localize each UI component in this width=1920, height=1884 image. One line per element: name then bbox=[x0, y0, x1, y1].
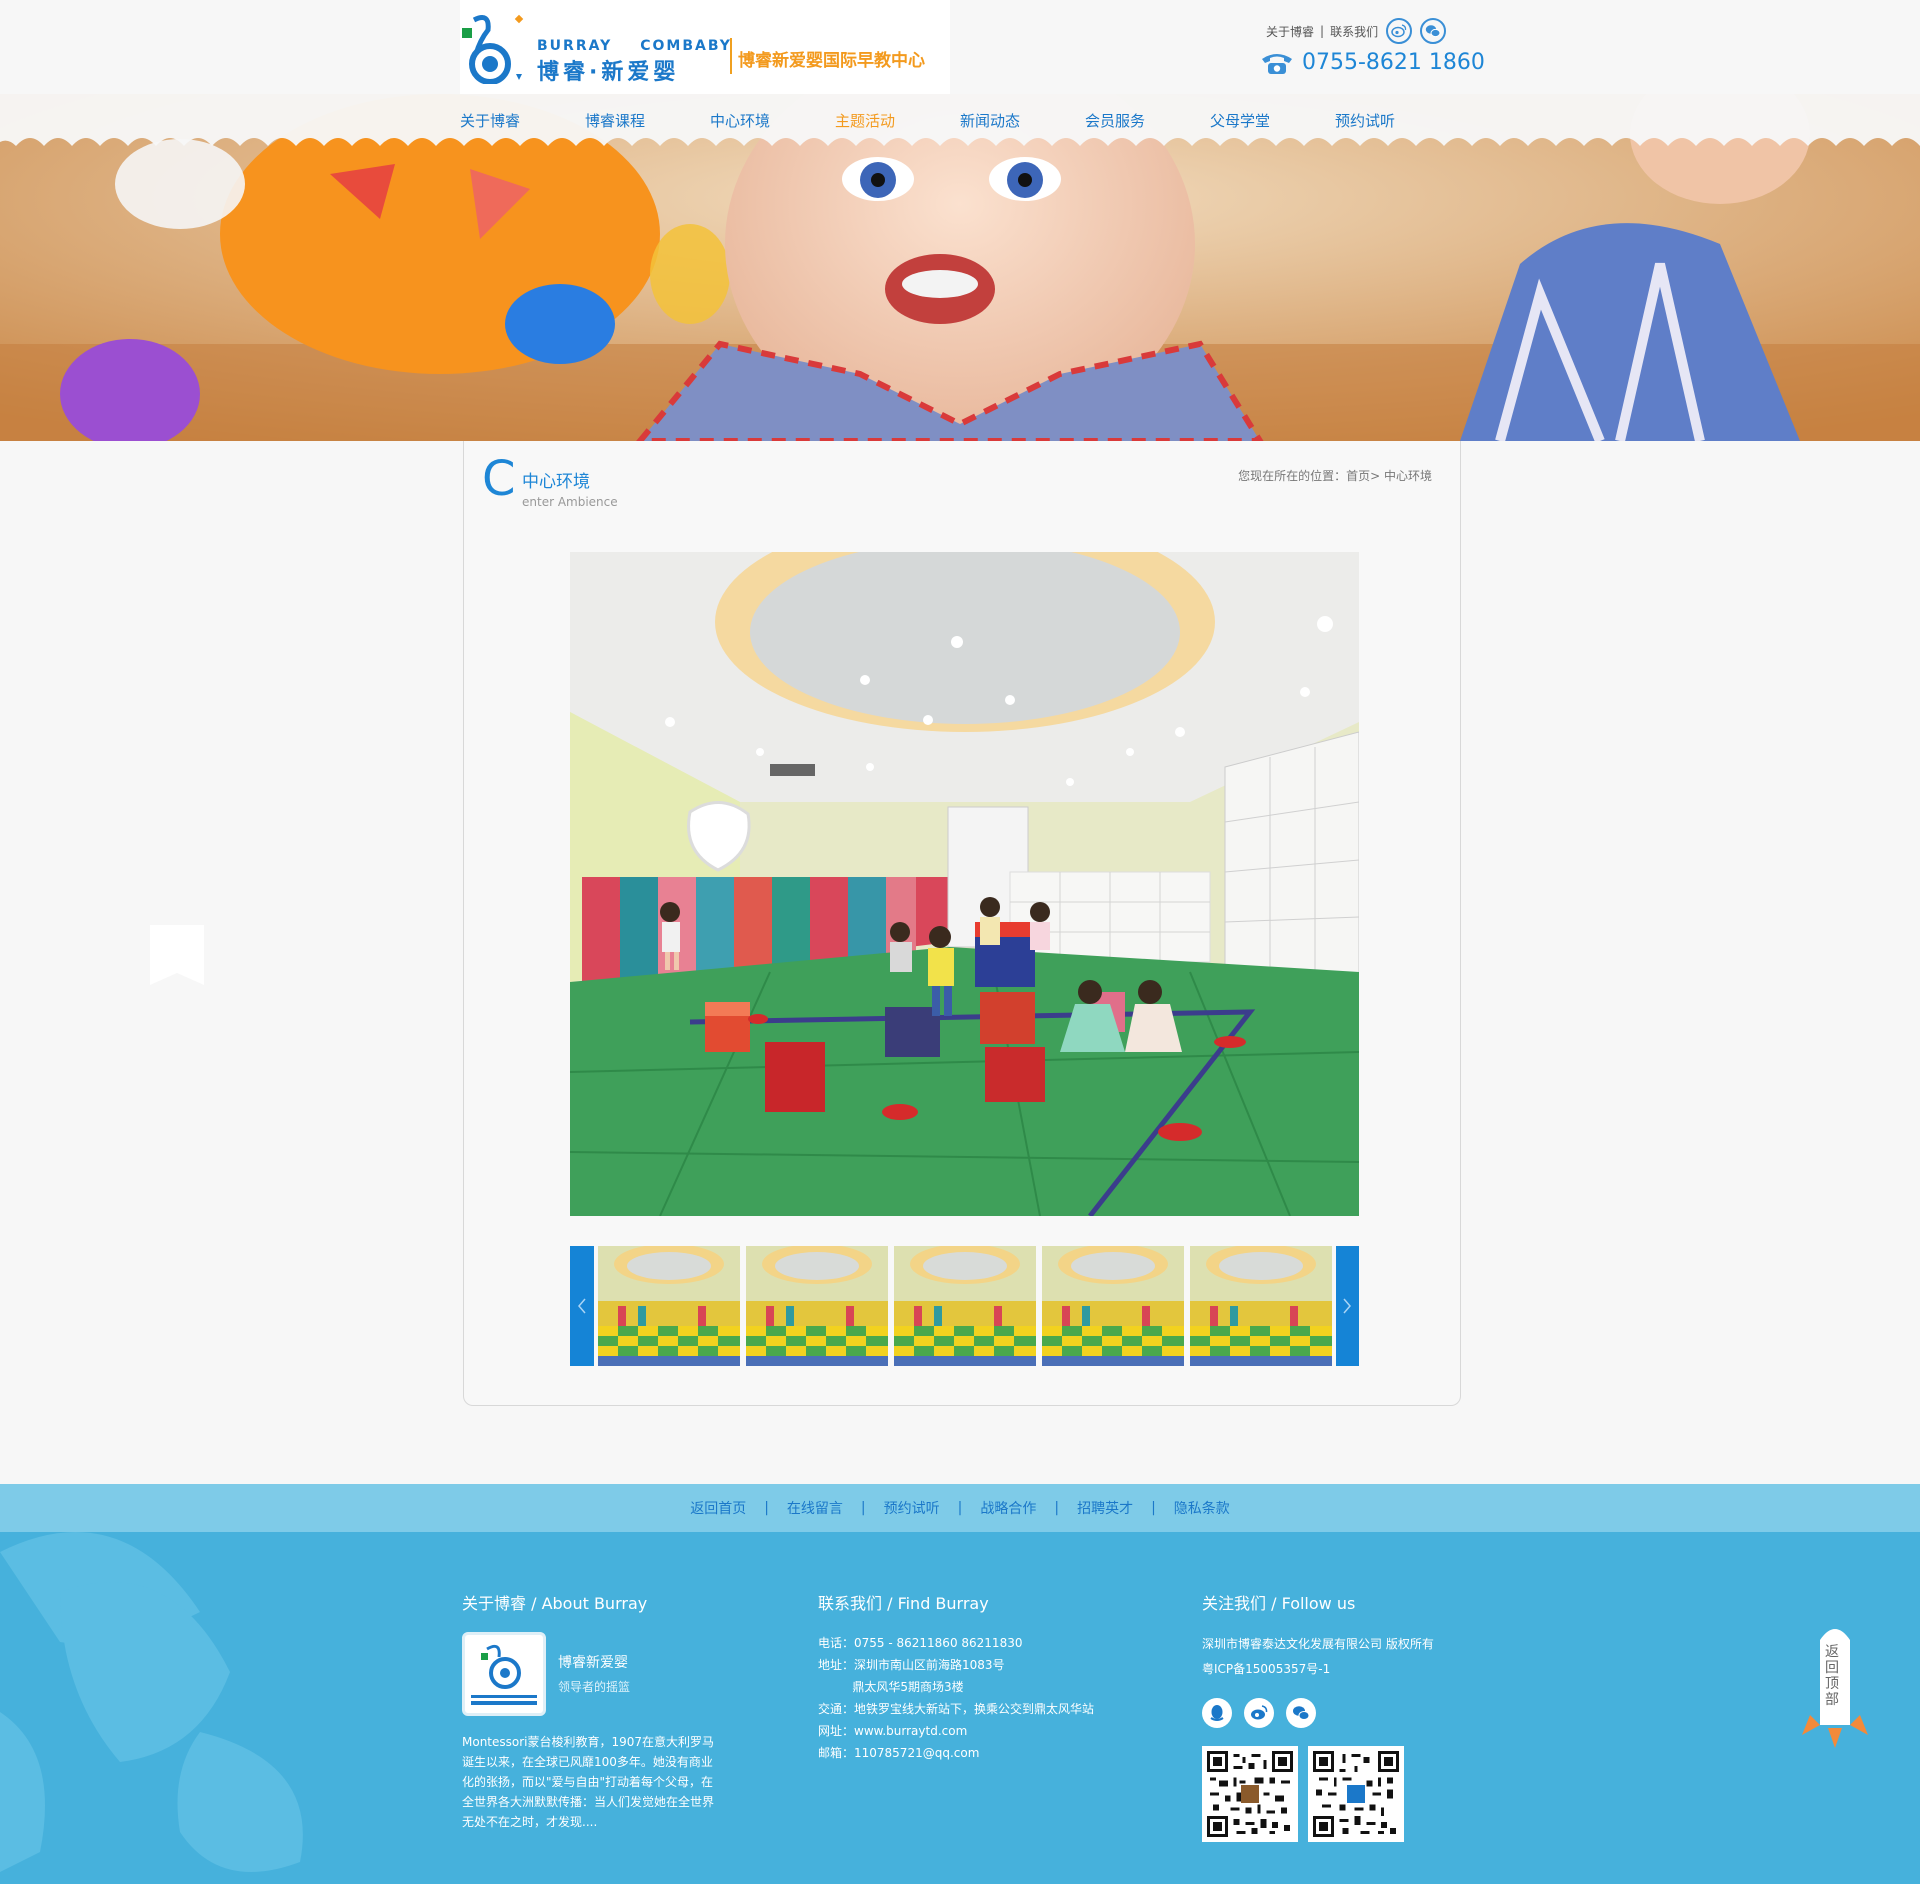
footer-icp[interactable]: 粤ICP备15005357号-1 bbox=[1202, 1657, 1434, 1682]
contact-phone: 电话：0755 - 86211860 86211830 bbox=[818, 1636, 1023, 1650]
social-icons bbox=[1202, 1698, 1434, 1728]
footer-logo-mark-icon bbox=[471, 1644, 537, 1705]
nav-item-about[interactable]: 关于博睿 bbox=[460, 110, 585, 131]
top-links: 关于博睿 | 联系我们 bbox=[1266, 18, 1447, 44]
footer-logo[interactable] bbox=[462, 1632, 546, 1716]
thumbnail-strip bbox=[570, 1246, 1359, 1366]
wechat-icon[interactable] bbox=[1286, 1698, 1316, 1728]
footer-about-heading: 关于博睿 / About Burray bbox=[462, 1594, 648, 1613]
contact-transport: 交通：地铁罗宝线大新站下，换乘公交到鼎太风华站 bbox=[818, 1702, 1095, 1716]
chevron-right-icon bbox=[1343, 1298, 1352, 1314]
footer-link-message[interactable]: 在线留言 bbox=[787, 1498, 843, 1518]
thumbnail-next-button[interactable] bbox=[1335, 1246, 1359, 1366]
logo[interactable]: BURRAY COMBABY 博睿·新爱婴 博睿新爱婴国际早教中心 bbox=[460, 0, 950, 94]
main-gallery-photo[interactable] bbox=[570, 552, 1359, 1216]
main-nav: 关于博睿 博睿课程 中心环境 主题活动 新闻动态 会员服务 父母学堂 预约试听 bbox=[460, 110, 1460, 131]
logo-tagline: 博睿新爱婴国际早教中心 bbox=[738, 51, 925, 71]
contact-address: 地址：深圳市南山区前海路1083号 bbox=[818, 1658, 1005, 1672]
thumbnail[interactable] bbox=[745, 1246, 888, 1366]
contact-website[interactable]: 网址：www.burraytd.com bbox=[818, 1720, 1094, 1742]
footer-decoration bbox=[0, 1532, 303, 1872]
site-header: BURRAY COMBABY 博睿·新爱婴 博睿新爱婴国际早教中心 关于博睿 | … bbox=[0, 0, 1920, 94]
footer-about-text: Montessori蒙台梭利教育，1907在意大利罗马诞生以来，在全球已风靡10… bbox=[462, 1735, 715, 1829]
thumbnail-list bbox=[594, 1246, 1336, 1366]
top-link-separator: | bbox=[1320, 24, 1325, 38]
thumbnail[interactable] bbox=[1041, 1246, 1184, 1366]
footer-link-separator: | bbox=[957, 1500, 963, 1516]
footer-link-jobs[interactable]: 招聘英才 bbox=[1077, 1498, 1133, 1518]
back-to-top-button[interactable]: 返回顶部 bbox=[1800, 1620, 1870, 1750]
back-to-top-label: 返回顶部 bbox=[1825, 1644, 1839, 1708]
qr-code-wechat bbox=[1202, 1746, 1298, 1842]
footer-link-partners[interactable]: 战略合作 bbox=[980, 1498, 1036, 1518]
qr-code-weibo bbox=[1308, 1746, 1404, 1842]
footer-link-privacy[interactable]: 隐私条款 bbox=[1174, 1498, 1230, 1518]
contact-address-line2: 鼎太风华5期商场3楼 bbox=[818, 1680, 964, 1694]
section-title-cn: 中心环境 bbox=[522, 472, 590, 492]
nav-item-ambience[interactable]: 中心环境 bbox=[710, 110, 835, 131]
breadcrumb[interactable]: 您现在所在的位置：首页> 中心环境 bbox=[1238, 467, 1432, 484]
thumbnail[interactable] bbox=[1189, 1246, 1332, 1366]
section-title: C 中心环境 enter Ambience bbox=[482, 451, 618, 509]
footer-link-separator: | bbox=[764, 1500, 769, 1516]
footer-about-slogan: 领导者的摇篮 bbox=[558, 1680, 631, 1694]
logo-mark-icon bbox=[462, 14, 524, 84]
phone-icon bbox=[1262, 53, 1292, 74]
qq-icon[interactable] bbox=[1202, 1698, 1232, 1728]
classroom-photo bbox=[570, 552, 1359, 1216]
thumbnail-prev-button[interactable] bbox=[570, 1246, 594, 1366]
footer-contact: 联系我们 / Find Burray 电话：0755 - 86211860 86… bbox=[818, 1590, 1094, 1764]
side-bookmark-tab[interactable] bbox=[150, 925, 204, 985]
nav-item-booking[interactable]: 预约试听 bbox=[1335, 110, 1460, 131]
logo-en-text: BURRAY COMBABY bbox=[537, 38, 732, 54]
footer-link-home[interactable]: 返回首页 bbox=[690, 1498, 746, 1518]
footer-link-booking[interactable]: 预约试听 bbox=[884, 1498, 940, 1518]
wechat-icon[interactable] bbox=[1420, 18, 1447, 44]
footer-about: 关于博睿 / About Burray 博睿新爱婴 领导者的摇篮 Montess… bbox=[462, 1590, 717, 1832]
qr-codes bbox=[1202, 1746, 1434, 1842]
site-footer: 关于博睿 / About Burray 博睿新爱婴 领导者的摇篮 Montess… bbox=[0, 1532, 1920, 1884]
footer-link-separator: | bbox=[860, 1500, 866, 1516]
footer-about-name: 博睿新爱婴 bbox=[558, 1655, 628, 1671]
hotline: 0755-8621 1860 bbox=[1260, 50, 1485, 75]
nav-item-news[interactable]: 新闻动态 bbox=[960, 110, 1085, 131]
section-title-letter: C bbox=[482, 451, 516, 507]
logo-cn-text: 博睿·新爱婴 bbox=[537, 60, 680, 85]
section-title-en: enter Ambience bbox=[522, 495, 618, 509]
thumbnail[interactable] bbox=[893, 1246, 1036, 1366]
logo-divider bbox=[730, 38, 732, 74]
footer-links-bar: 返回首页 | 在线留言 | 预约试听 | 战略合作 | 招聘英才 | 隐私条款 bbox=[0, 1484, 1920, 1532]
footer-follow: 关注我们 / Follow us 深圳市博睿泰达文化发展有限公司 版权所有 粤I… bbox=[1202, 1590, 1434, 1842]
nav-item-courses[interactable]: 博睿课程 bbox=[585, 110, 710, 131]
footer-contact-heading: 联系我们 / Find Burray bbox=[818, 1594, 989, 1613]
nav-item-members[interactable]: 会员服务 bbox=[1085, 110, 1210, 131]
thumbnail[interactable] bbox=[597, 1246, 740, 1366]
nav-item-parents[interactable]: 父母学堂 bbox=[1210, 110, 1335, 131]
phone-number[interactable]: 0755-8621 1860 bbox=[1302, 50, 1485, 75]
hero-banner bbox=[0, 94, 1920, 441]
contact-email[interactable]: 邮箱：110785721@qq.com bbox=[818, 1742, 1094, 1764]
content-panel: C 中心环境 enter Ambience 您现在所在的位置：首页> 中心环境 bbox=[463, 441, 1461, 1406]
weibo-icon[interactable] bbox=[1386, 18, 1413, 44]
footer-link-separator: | bbox=[1151, 1500, 1156, 1516]
top-link-contact[interactable]: 联系我们 bbox=[1330, 23, 1378, 40]
weibo-icon[interactable] bbox=[1244, 1698, 1274, 1728]
footer-follow-heading: 关注我们 / Follow us bbox=[1202, 1594, 1356, 1613]
chevron-left-icon bbox=[577, 1298, 586, 1314]
footer-link-separator: | bbox=[1054, 1500, 1060, 1516]
nav-item-activities[interactable]: 主题活动 bbox=[835, 110, 960, 131]
footer-copyright: 深圳市博睿泰达文化发展有限公司 版权所有 bbox=[1202, 1637, 1434, 1651]
top-link-about[interactable]: 关于博睿 bbox=[1266, 23, 1314, 40]
